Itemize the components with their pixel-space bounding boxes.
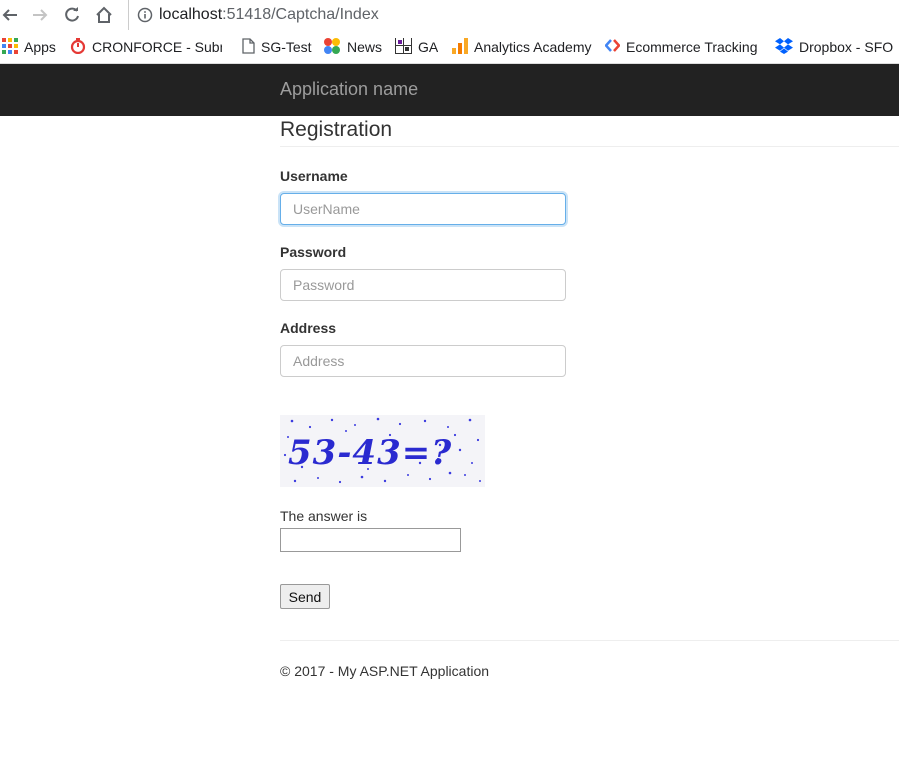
bookmark-ecommerce-tracking[interactable]: Ecommerce Tracking: [605, 38, 757, 56]
username-label: Username: [280, 168, 348, 184]
analytics-icon: [452, 38, 468, 56]
bookmark-dropbox[interactable]: Dropbox - SFO: [775, 38, 893, 56]
back-icon[interactable]: [0, 5, 20, 25]
password-label: Password: [280, 244, 347, 260]
bookmark-news[interactable]: News: [323, 38, 382, 56]
address-bar[interactable]: localhost:51418/Captcha/Index: [128, 0, 899, 30]
home-icon[interactable]: [94, 5, 114, 25]
ecommerce-icon: [605, 38, 621, 56]
bookmark-label: GA: [418, 39, 439, 55]
bookmark-cronforce[interactable]: CRONFORCE - Submi: [70, 38, 222, 56]
page-icon: [242, 38, 255, 56]
brand-link[interactable]: Application name: [280, 79, 418, 100]
address-input[interactable]: [280, 345, 566, 377]
password-input[interactable]: [280, 269, 566, 301]
bookmark-apps[interactable]: Apps: [2, 38, 56, 56]
bookmark-analytics-academy[interactable]: Analytics Academy: [452, 38, 592, 56]
bookmarks-bar: Apps CRONFORCE - Submi SG-Test News GA A…: [0, 30, 899, 64]
bookmark-ga[interactable]: GA: [395, 38, 438, 56]
page-title: Registration: [280, 118, 393, 141]
send-button[interactable]: Send: [280, 584, 330, 609]
username-input[interactable]: [280, 193, 566, 225]
dropbox-icon: [775, 38, 793, 56]
navbar: Application name: [0, 64, 899, 116]
ga-grid-icon: [395, 38, 412, 56]
stopwatch-icon: [70, 38, 86, 56]
footer-divider: [280, 640, 899, 641]
bookmark-label: CRONFORCE - Submi: [92, 39, 222, 55]
info-icon[interactable]: [137, 7, 153, 23]
bookmark-label: SG-Test: [261, 39, 312, 55]
bookmark-label: Apps: [24, 39, 56, 55]
title-divider: [280, 146, 899, 147]
answer-label: The answer is: [280, 508, 368, 524]
captcha-image: 53-43=?: [280, 415, 485, 487]
bookmark-label: Ecommerce Tracking: [626, 39, 758, 55]
apps-grid-icon: [2, 38, 18, 56]
address-label: Address: [280, 320, 337, 336]
captcha-answer-input[interactable]: [280, 528, 461, 552]
url-text[interactable]: localhost:51418/Captcha/Index: [159, 6, 379, 24]
captcha-text: 53-43=?: [288, 433, 453, 473]
bookmark-label: Dropbox - SFO: [799, 39, 894, 55]
forward-icon[interactable]: [30, 5, 50, 25]
footer-text: © 2017 - My ASP.NET Application: [280, 663, 490, 679]
reload-icon[interactable]: [62, 5, 82, 25]
bookmark-label: Analytics Academy: [474, 39, 592, 55]
url-path: :51418/Captcha/Index: [222, 6, 379, 23]
browser-toolbar: localhost:51418/Captcha/Index: [0, 0, 899, 30]
bookmark-label: News: [347, 39, 383, 55]
news-icon: [323, 38, 341, 56]
url-host: localhost: [159, 6, 223, 23]
bookmark-sg-test[interactable]: SG-Test: [242, 38, 312, 56]
